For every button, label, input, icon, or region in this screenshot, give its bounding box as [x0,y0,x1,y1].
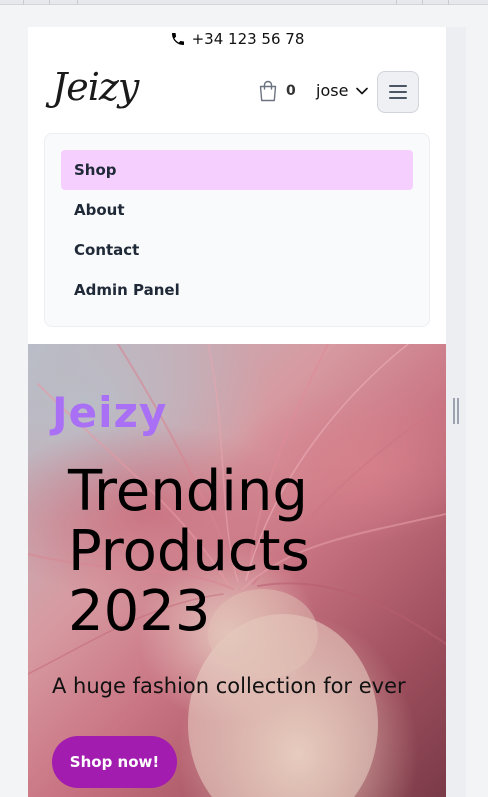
nav-item-shop[interactable]: Shop [61,150,413,190]
tab-divider [49,0,50,5]
hero-subtitle: A huge fashion collection for ever [52,674,406,698]
site-header: Jeizy 0 jose [28,63,446,119]
phone-number[interactable]: +34 123 56 78 [192,30,305,48]
tab-divider [448,0,449,5]
nav-item-about[interactable]: About [61,190,413,230]
contact-topbar: +34 123 56 78 [28,27,446,51]
hero-banner: Jeizy Trending Products 2023 A huge fash… [28,344,446,797]
menu-toggle-button[interactable] [377,71,419,113]
cart-count: 0 [286,83,296,99]
user-menu[interactable]: jose [316,81,369,100]
phone-icon [171,33,184,45]
nav-item-admin-panel[interactable]: Admin Panel [61,270,413,310]
username: jose [316,81,349,100]
resize-handle[interactable] [453,398,459,424]
chevron-down-icon [356,87,369,94]
mobile-nav-menu: Shop About Contact Admin Panel [44,133,430,327]
nav-item-contact[interactable]: Contact [61,230,413,270]
tab-divider [77,0,78,5]
shop-now-button[interactable]: Shop now! [52,736,177,788]
page-frame: +34 123 56 78 Jeizy 0 jose Shop About Co… [28,27,446,797]
site-logo[interactable]: Jeizy [52,65,139,109]
hero-title: Trending Products 2023 [68,459,310,644]
tab-divider [23,0,24,5]
hero-brand: Jeizy [52,388,168,437]
cart-button[interactable]: 0 [258,80,296,102]
tab-divider [422,0,423,5]
browser-top-strip [0,0,488,5]
shopping-bag-icon [259,80,277,102]
tab-divider [396,0,397,5]
hamburger-menu-icon [389,85,407,99]
